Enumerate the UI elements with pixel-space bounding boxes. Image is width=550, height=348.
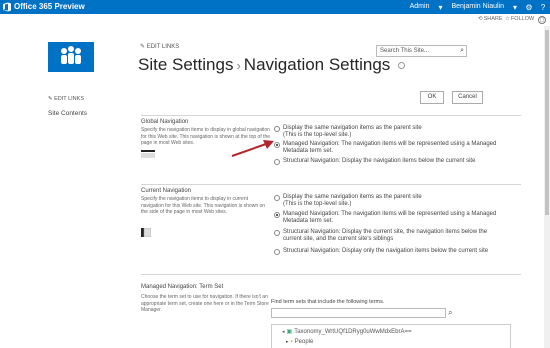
global-nav-option-parent[interactable]: Display the same navigation items as the… xyxy=(274,125,514,139)
global-nav-option-managed[interactable]: Managed Navigation: The navigation items… xyxy=(274,141,514,155)
follow-button[interactable]: ☆ FOLLOW xyxy=(505,16,534,22)
search-icon[interactable]: ⌕ xyxy=(460,47,464,55)
star-icon: ☆ xyxy=(505,16,510,22)
edit-links-top[interactable]: ✎ EDIT LINKS xyxy=(140,43,179,50)
search-input[interactable]: Search This Site... ⌕ xyxy=(376,45,467,57)
current-nav-option-managed[interactable]: Managed Navigation: The navigation items… xyxy=(274,211,514,225)
tree-item-people[interactable]: ▸ ▪ People xyxy=(286,339,313,345)
page-title: Site Settings › Navigation Settings xyxy=(138,55,406,75)
ok-button[interactable]: OK xyxy=(420,91,444,104)
radio-button-selected[interactable] xyxy=(274,212,280,218)
site-logo[interactable] xyxy=(48,42,94,72)
scrollbar-thumb[interactable] xyxy=(545,30,549,215)
term-set-tree: ◂ ▣ Taxonomy_WrtUQf1DRyg0uWwMdxEbrA== ▸ … xyxy=(271,324,511,348)
global-nav-title: Global Navigation xyxy=(141,119,189,125)
info-icon[interactable] xyxy=(398,62,406,70)
gear-icon[interactable]: ⚙ xyxy=(522,0,536,14)
share-icon: ⟲ xyxy=(478,16,483,22)
user-name[interactable]: Benjamin Niaulin xyxy=(447,0,508,14)
tree-item-taxonomy[interactable]: ◂ ▣ Taxonomy_WrtUQf1DRyg0uWwMdxEbrA== xyxy=(282,328,411,336)
search-icon[interactable]: ⌕ xyxy=(448,308,452,318)
radio-button[interactable] xyxy=(274,159,280,165)
divider xyxy=(141,115,521,116)
current-nav-option-parent[interactable]: Display the same navigation items as the… xyxy=(274,194,514,208)
sidebar-item-site-contents[interactable]: Site Contents xyxy=(48,110,87,117)
left-edit-links[interactable]: ✎ EDIT LINKS xyxy=(48,96,84,102)
radio-button[interactable] xyxy=(274,195,280,201)
expand-icon[interactable]: ◂ xyxy=(282,329,285,335)
current-nav-preview-icon xyxy=(141,228,151,237)
pencil-icon: ✎ xyxy=(48,96,53,102)
term-set-title: Managed Navigation: Term Set xyxy=(141,284,224,290)
people-logo-icon xyxy=(61,46,81,64)
help-icon[interactable]: ? xyxy=(536,0,550,14)
global-nav-preview-icon xyxy=(141,150,155,158)
find-term-label: Find term sets that include the followin… xyxy=(271,299,385,305)
current-nav-option-structural-siblings[interactable]: Structural Navigation: Display the curre… xyxy=(274,229,514,243)
radio-button[interactable] xyxy=(274,126,280,132)
term-set-desc: Choose the term set to use for navigatio… xyxy=(141,294,269,313)
cancel-button[interactable]: Cancel xyxy=(452,91,483,104)
brand-label[interactable]: Office 365 Preview xyxy=(14,1,85,13)
chevron-down-icon[interactable]: ▾ xyxy=(433,0,447,14)
focus-icon[interactable]: ▢ xyxy=(538,16,546,24)
divider xyxy=(141,184,521,185)
annotation-arrow xyxy=(231,140,274,157)
find-term-input[interactable] xyxy=(271,308,446,318)
radio-button[interactable] xyxy=(274,249,280,255)
current-nav-title: Current Navigation xyxy=(141,188,192,194)
title-separator: › xyxy=(236,58,241,73)
suite-bar: Office 365 Preview Admin ▾ Benjamin Niau… xyxy=(0,0,550,14)
title-navigation-settings: Navigation Settings xyxy=(243,55,391,74)
radio-button[interactable] xyxy=(274,230,280,236)
folder-icon: ▪ xyxy=(290,339,293,345)
expand-icon[interactable]: ▸ xyxy=(286,339,289,345)
global-nav-option-structural[interactable]: Structural Navigation: Display the navig… xyxy=(274,158,514,165)
office365-logo-icon xyxy=(3,2,11,12)
title-site-settings[interactable]: Site Settings xyxy=(138,55,233,74)
current-nav-option-structural-below[interactable]: Structural Navigation: Display only the … xyxy=(274,248,514,255)
taxonomy-icon: ▣ xyxy=(286,329,293,335)
share-button[interactable]: ⟲ SHARE xyxy=(478,16,503,22)
divider xyxy=(141,274,521,275)
scrollbar[interactable] xyxy=(544,26,550,348)
current-nav-desc: Specify the navigation items to display … xyxy=(141,196,266,215)
action-bar: ⟲ SHARE ☆ FOLLOW ▢ xyxy=(0,14,550,26)
admin-menu[interactable]: Admin xyxy=(406,0,434,14)
suite-right: Admin ▾ Benjamin Niaulin ▾ ⚙ ? xyxy=(406,0,550,14)
chevron-down-icon[interactable]: ▾ xyxy=(508,0,522,14)
pencil-icon: ✎ xyxy=(140,44,146,50)
